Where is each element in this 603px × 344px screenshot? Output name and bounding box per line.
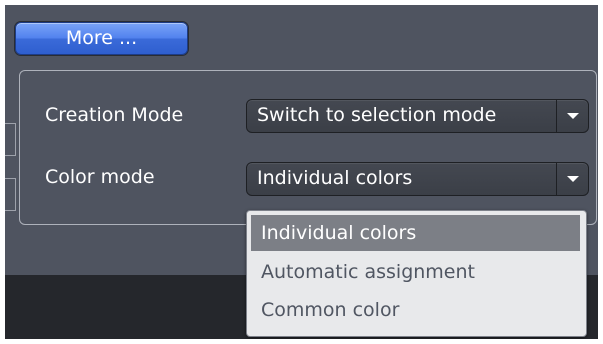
settings-panel: Creation Mode Switch to selection mode C… [19,70,597,225]
more-button[interactable]: More ... [15,22,188,55]
creation-mode-select[interactable]: Switch to selection mode [246,99,589,133]
dropdown-option-common-color[interactable]: Common color [251,291,580,329]
chevron-down-icon[interactable] [556,163,588,195]
color-mode-value: Individual colors [257,167,413,189]
color-mode-label: Color mode [45,166,155,188]
color-mode-select[interactable]: Individual colors [246,162,589,196]
panel-edge-tab [5,178,16,211]
panel-edge-tab [5,123,16,156]
chevron-down-icon[interactable] [556,100,588,132]
dropdown-option-individual-colors[interactable]: Individual colors [251,215,580,251]
color-mode-dropdown-list: Individual colors Automatic assignment C… [246,210,587,337]
app-window: More ... Creation Mode Switch to selecti… [5,5,598,339]
creation-mode-value: Switch to selection mode [257,104,497,126]
creation-mode-label: Creation Mode [45,104,184,126]
dropdown-option-automatic-assignment[interactable]: Automatic assignment [251,253,580,291]
